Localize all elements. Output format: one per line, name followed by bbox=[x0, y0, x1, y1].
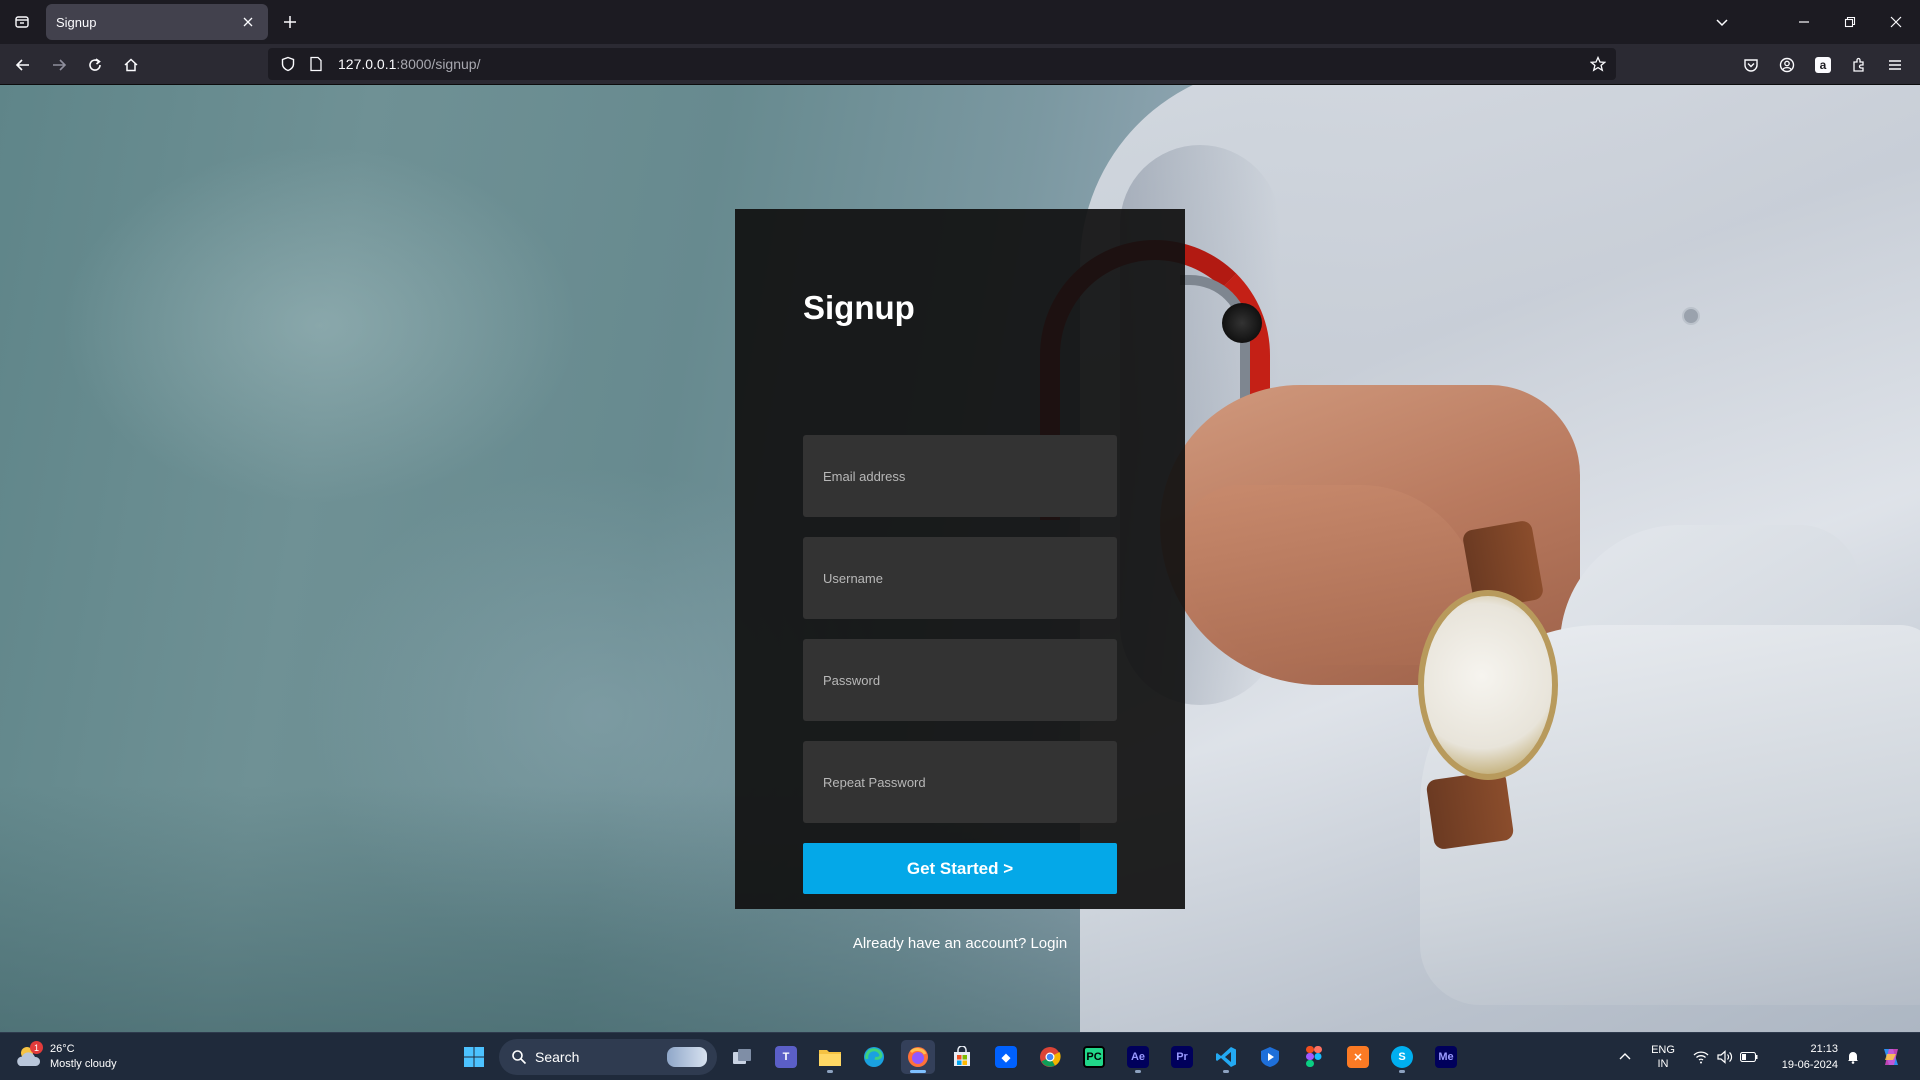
taskbar: 1 26°C Mostly cloudy Search T ◆ PC Ae Pr… bbox=[0, 1032, 1920, 1080]
task-view-icon[interactable] bbox=[725, 1040, 759, 1074]
signup-card: Signup Get Started > Already have an acc… bbox=[735, 209, 1185, 952]
file-explorer-icon[interactable] bbox=[813, 1040, 847, 1074]
notification-bell-icon[interactable] bbox=[1842, 1033, 1864, 1080]
email-field[interactable] bbox=[803, 435, 1117, 517]
media-player-icon[interactable] bbox=[1253, 1040, 1287, 1074]
media-encoder-icon[interactable]: Me bbox=[1429, 1040, 1463, 1074]
password-field[interactable] bbox=[803, 639, 1117, 721]
active-indicator bbox=[910, 1070, 926, 1073]
skype-icon[interactable]: S bbox=[1385, 1040, 1419, 1074]
username-field[interactable] bbox=[803, 537, 1117, 619]
browser-navbar: 127.0.0.1:8000/signup/ a bbox=[0, 44, 1920, 85]
figma-icon[interactable] bbox=[1297, 1040, 1331, 1074]
windows-start-icon[interactable] bbox=[457, 1040, 491, 1074]
microsoft-store-icon[interactable] bbox=[945, 1040, 979, 1074]
dropbox-icon[interactable]: ◆ bbox=[989, 1040, 1023, 1074]
search-label: Search bbox=[535, 1049, 580, 1065]
weather-temperature: 26°C bbox=[50, 1043, 75, 1055]
url-text: 127.0.0.1:8000/signup/ bbox=[338, 56, 481, 72]
reload-icon[interactable] bbox=[80, 50, 110, 80]
tab-signup[interactable]: Signup bbox=[46, 4, 268, 40]
pycharm-icon[interactable]: PC bbox=[1077, 1040, 1111, 1074]
running-indicator bbox=[1399, 1070, 1405, 1073]
edge-icon[interactable] bbox=[857, 1040, 891, 1074]
show-hidden-icons-icon[interactable] bbox=[1610, 1033, 1640, 1080]
firefox-icon[interactable] bbox=[901, 1040, 935, 1074]
clock-time: 21:13 bbox=[1810, 1043, 1838, 1055]
language-region: IN bbox=[1657, 1058, 1669, 1070]
language-indicator[interactable]: ENG IN bbox=[1646, 1033, 1680, 1080]
xampp-icon[interactable]: ✕ bbox=[1341, 1040, 1375, 1074]
after-effects-icon[interactable]: Ae bbox=[1121, 1040, 1155, 1074]
tab-close-icon[interactable] bbox=[238, 12, 258, 32]
page-viewport: Signup Get Started > Already have an acc… bbox=[0, 85, 1920, 1032]
weather-widget[interactable]: 1 26°C Mostly cloudy bbox=[14, 1037, 154, 1077]
forward-icon[interactable] bbox=[44, 50, 74, 80]
teams-icon[interactable]: T bbox=[769, 1040, 803, 1074]
language-code: ENG bbox=[1651, 1044, 1675, 1056]
home-icon[interactable] bbox=[116, 50, 146, 80]
running-indicator bbox=[1223, 1070, 1229, 1073]
browser-tabbar: Signup bbox=[0, 0, 1920, 44]
pocket-icon[interactable] bbox=[1736, 50, 1766, 80]
running-indicator bbox=[1135, 1070, 1141, 1073]
app-menu-icon[interactable] bbox=[1880, 50, 1910, 80]
get-started-button[interactable]: Get Started > bbox=[803, 843, 1117, 894]
signup-heading: Signup bbox=[803, 289, 915, 326]
search-icon bbox=[512, 1050, 527, 1065]
running-indicator bbox=[827, 1070, 833, 1073]
page-info-icon[interactable] bbox=[304, 52, 328, 76]
repeat-password-field[interactable] bbox=[803, 741, 1117, 823]
tab-list-icon[interactable] bbox=[8, 8, 36, 36]
taskbar-search[interactable]: Search bbox=[499, 1039, 717, 1075]
new-tab-icon[interactable] bbox=[276, 8, 304, 36]
weather-notification-badge: 1 bbox=[30, 1041, 43, 1054]
close-window-icon[interactable] bbox=[1874, 0, 1918, 44]
battery-icon[interactable] bbox=[1738, 1033, 1760, 1080]
cloudy-weather-icon: 1 bbox=[14, 1041, 44, 1072]
volume-icon[interactable] bbox=[1714, 1033, 1736, 1080]
wifi-icon[interactable] bbox=[1690, 1033, 1712, 1080]
weather-description: Mostly cloudy bbox=[50, 1058, 117, 1070]
login-prompt: Already have an account? Login bbox=[735, 935, 1185, 952]
extensions-icon[interactable] bbox=[1844, 50, 1874, 80]
clock-date: 19-06-2024 bbox=[1781, 1059, 1838, 1071]
bookmark-star-icon[interactable] bbox=[1586, 52, 1610, 76]
login-link[interactable]: Login bbox=[1030, 935, 1067, 952]
chrome-icon[interactable] bbox=[1033, 1040, 1067, 1074]
tab-title: Signup bbox=[56, 14, 97, 30]
url-bar[interactable]: 127.0.0.1:8000/signup/ bbox=[268, 48, 1616, 80]
search-highlight-icon bbox=[667, 1047, 707, 1067]
restore-icon[interactable] bbox=[1828, 0, 1872, 44]
back-icon[interactable] bbox=[8, 50, 38, 80]
clock[interactable]: 21:13 19-06-2024 bbox=[1766, 1041, 1838, 1073]
login-prompt-text: Already have an account? bbox=[852, 935, 1027, 952]
list-all-tabs-icon[interactable] bbox=[1700, 0, 1744, 44]
amazon-extension-icon[interactable]: a bbox=[1808, 50, 1838, 80]
account-icon[interactable] bbox=[1772, 50, 1802, 80]
copilot-icon[interactable] bbox=[1874, 1033, 1908, 1080]
minimize-icon[interactable] bbox=[1782, 0, 1826, 44]
premiere-pro-icon[interactable]: Pr bbox=[1165, 1040, 1199, 1074]
tracking-protection-icon[interactable] bbox=[276, 52, 300, 76]
vscode-icon[interactable] bbox=[1209, 1040, 1243, 1074]
